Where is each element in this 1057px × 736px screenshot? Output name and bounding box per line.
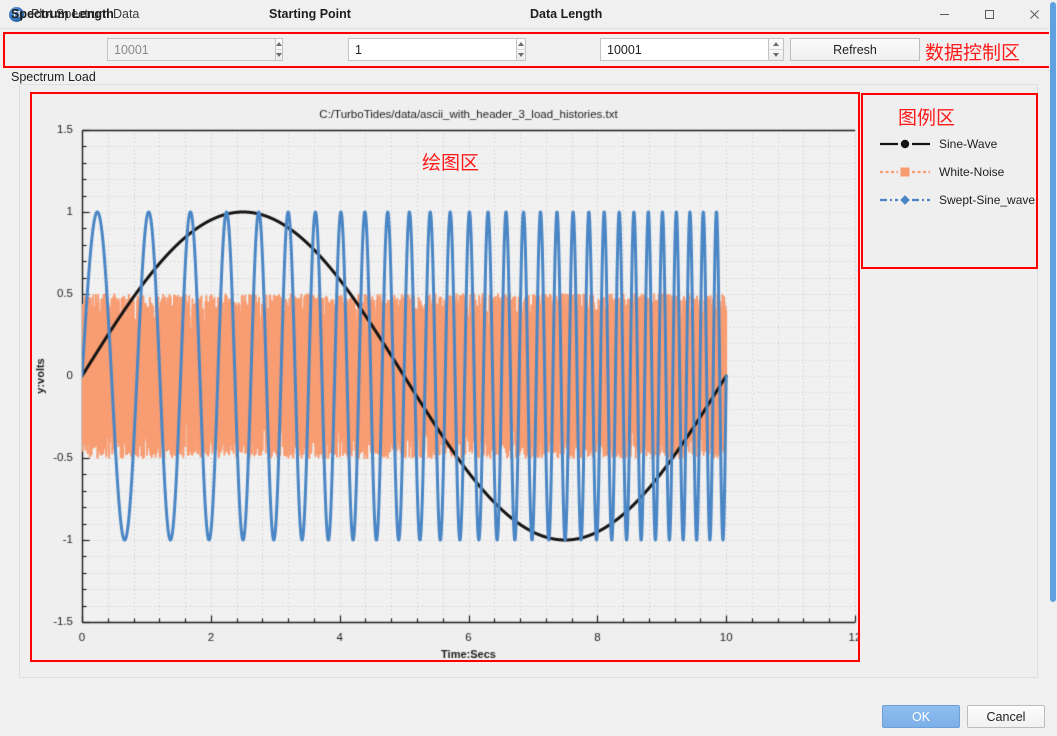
scrollbar-thumb[interactable]: [1050, 2, 1056, 602]
minimize-icon[interactable]: [922, 0, 967, 28]
spectrum-length-input[interactable]: [107, 38, 275, 61]
legend-key-icon: [880, 139, 930, 149]
starting-point-spin-buttons[interactable]: [516, 38, 526, 61]
window-vertical-scrollbar[interactable]: [1049, 0, 1057, 736]
spectrum-length-label: Spectrum Length: [11, 7, 114, 21]
legend-region-label: 图例区: [898, 107, 956, 129]
plot-spectrum-data-dialog: TT Plot Spectrum Data Spectrum Length St…: [0, 0, 1057, 736]
data-length-label: Data Length: [530, 7, 603, 21]
legend-item-label: Sine-Wave: [939, 137, 998, 151]
spin-down-icon[interactable]: [276, 50, 282, 60]
refresh-button[interactable]: Refresh: [790, 38, 920, 61]
plot-region-label: 绘图区: [422, 152, 480, 174]
data-length-input[interactable]: [600, 38, 768, 61]
starting-point-stepper[interactable]: [348, 38, 526, 61]
legend-key-icon: [880, 195, 930, 205]
starting-point-input[interactable]: [348, 38, 516, 61]
legend-item-white-noise[interactable]: White-Noise: [879, 165, 1035, 179]
legend-item-label: White-Noise: [939, 165, 1005, 179]
legend-key-icon: [880, 167, 930, 177]
spectrum-plot-canvas[interactable]: [30, 92, 860, 662]
data-control-region-label: 数据控制区: [925, 42, 1021, 64]
legend-item-label: Swept-Sine_wave: [939, 193, 1036, 207]
starting-point-label: Starting Point: [269, 7, 351, 21]
legend-items: Sine-Wave White-Noise Swept-Sine_wave: [879, 137, 1035, 207]
data-length-spin-buttons[interactable]: [768, 38, 784, 61]
data-length-stepper[interactable]: [600, 38, 784, 61]
window-controls: [922, 0, 1057, 28]
spin-up-icon[interactable]: [769, 39, 783, 50]
spin-down-icon[interactable]: [517, 50, 525, 60]
spectrum-length-stepper[interactable]: [107, 38, 283, 61]
legend-item-sine-wave[interactable]: Sine-Wave: [879, 137, 1035, 151]
spectrum-load-label: Spectrum Load: [11, 70, 96, 84]
legend-item-swept-sine-wave[interactable]: Swept-Sine_wave: [879, 193, 1035, 207]
cancel-button[interactable]: Cancel: [967, 705, 1045, 728]
window-titlebar: TT Plot Spectrum Data: [0, 0, 1057, 29]
maximize-icon[interactable]: [967, 0, 1012, 28]
spin-up-icon[interactable]: [517, 39, 525, 50]
spin-down-icon[interactable]: [769, 50, 783, 60]
spin-up-icon[interactable]: [276, 39, 282, 50]
ok-button[interactable]: OK: [882, 705, 960, 728]
spectrum-length-spin-buttons[interactable]: [275, 38, 283, 61]
